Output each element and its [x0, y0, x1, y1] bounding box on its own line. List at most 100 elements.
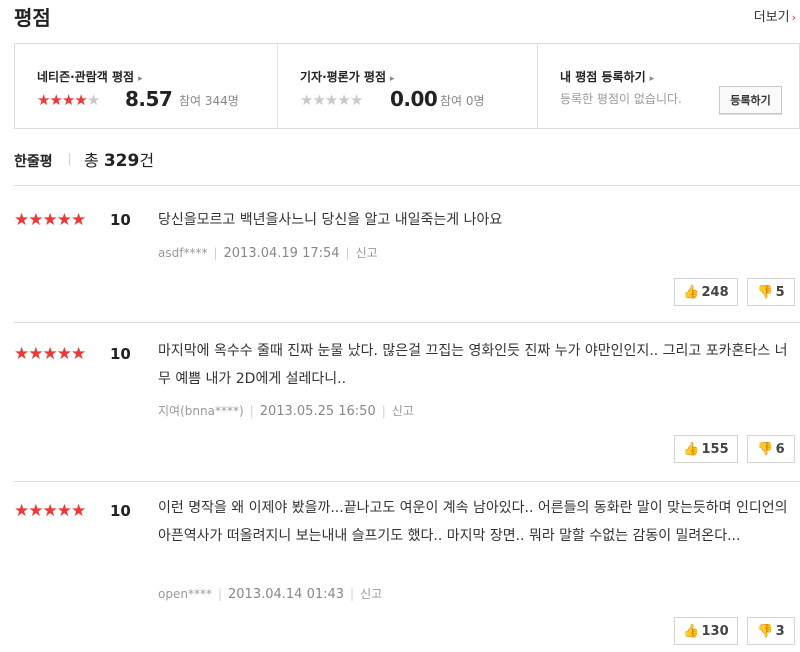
triangle-right-icon: ▸ — [390, 74, 395, 84]
review-item: ★★★★★ 10 당신을모르고 백년을사느니 당신을 알고 내일죽는게 나아요 … — [14, 210, 800, 310]
review-text: 마지막에 옥수수 줄때 진짜 눈물 났다. 많은걸 끄집는 영화인듯 진짜 누가… — [158, 343, 788, 387]
critic-participant-count: 참여 0명 — [440, 94, 485, 108]
star-empty-icon: ★ — [324, 91, 338, 109]
star-filled-icon: ★ — [56, 344, 72, 364]
like-button[interactable]: 👍 248 — [674, 278, 738, 306]
dislike-button[interactable]: 👎 5 — [747, 278, 795, 306]
review-score: 10 — [110, 345, 131, 363]
netizen-rating-link[interactable]: 네티즌·관람객 평점 ▸ — [37, 68, 143, 85]
star-filled-icon: ★ — [71, 210, 86, 230]
thumbs-up-icon: 👍 — [683, 623, 700, 639]
netizen-rating-panel: 네티즌·관람객 평점 ▸ ★★★★★ 8.57 참여 344명 — [15, 44, 277, 128]
triangle-right-icon: ▸ — [138, 74, 143, 84]
divider: | — [217, 587, 222, 601]
star-empty-icon: ★ — [349, 91, 363, 109]
star-filled-icon: ★ — [71, 501, 86, 521]
star-empty-icon: ★ — [312, 91, 325, 109]
star-filled-icon: ★ — [49, 91, 62, 109]
section-title: 평점 — [14, 6, 51, 30]
divider — [69, 153, 70, 166]
star-filled-icon: ★ — [28, 501, 43, 521]
register-rating-button[interactable]: 등록하기 — [719, 86, 782, 114]
star-filled-icon: ★ — [71, 344, 86, 364]
critic-rating-panel: 기자·평론가 평점 ▸ ★★★★★ 0.00 참여 0명 — [277, 44, 537, 128]
star-filled-icon: ★ — [42, 501, 58, 521]
triangle-right-icon: ▸ — [649, 74, 655, 84]
dislike-button[interactable]: 👎 6 — [747, 435, 795, 463]
dislike-count: 6 — [775, 441, 785, 457]
total-count: 329 — [103, 151, 140, 171]
thumbs-down-icon: 👎 — [757, 623, 774, 639]
divider: | — [213, 246, 218, 260]
review-item: ★★★★★ 10 마지막에 옥수수 줄때 진짜 눈물 났다. 많은걸 끄집는 영… — [14, 343, 800, 474]
review-date: 2013.04.14 01:43 — [228, 587, 345, 602]
like-count: 248 — [701, 284, 729, 300]
star-filled-icon: ★ — [61, 91, 75, 109]
more-link-label: 더보기 — [753, 10, 790, 25]
my-rating-panel: 내 평점 등록하기 ▸ 등록한 평점이 없습니다. 등록하기 — [537, 44, 800, 128]
review-score: 10 — [110, 502, 131, 520]
rating-summary: 네티즌·관람객 평점 ▸ ★★★★★ 8.57 참여 344명 기자·평론가 평점… — [14, 43, 800, 129]
comments-total: 총 329건 — [84, 147, 154, 171]
divider: | — [249, 404, 254, 418]
more-link[interactable]: 더보기 › — [754, 6, 796, 25]
star-filled-icon: ★ — [74, 91, 87, 109]
star-filled-icon: ★ — [42, 210, 58, 230]
like-count: 130 — [701, 623, 729, 639]
review-star-rating: ★★★★★ — [14, 210, 86, 230]
star-filled-icon: ★ — [42, 344, 58, 364]
star-filled-icon: ★ — [28, 210, 43, 230]
review-text: 당신을모르고 백년을사느니 당신을 알고 내일죽는게 나아요 — [158, 212, 503, 228]
comments-title: 한줄평 — [14, 154, 53, 170]
review-score: 10 — [110, 211, 131, 229]
dislike-count: 3 — [775, 623, 785, 639]
star-filled-icon: ★ — [14, 501, 29, 521]
comments-header: 한줄평 총 329건 — [14, 146, 800, 174]
netizen-score: 8.57 — [125, 87, 173, 111]
thumbs-down-icon: 👎 — [757, 284, 774, 300]
star-empty-icon: ★ — [86, 91, 100, 109]
review-meta: open**** | 2013.04.14 01:43 | 신고 — [158, 585, 382, 602]
dislike-count: 5 — [775, 284, 785, 300]
divider — [14, 481, 800, 482]
star-empty-icon: ★ — [300, 91, 313, 109]
thumbs-up-icon: 👍 — [683, 441, 700, 457]
my-rating-link[interactable]: 내 평점 등록하기 ▸ — [560, 68, 654, 85]
star-filled-icon: ★ — [14, 344, 29, 364]
netizen-participant-count: 참여 344명 — [179, 94, 239, 108]
review-user: open**** — [158, 587, 212, 601]
review-date: 2013.04.19 17:54 — [223, 246, 340, 261]
thumbs-up-icon: 👍 — [683, 284, 700, 300]
review-text: 이런 명작을 왜 이제야 봤을까...끝나고도 여운이 계속 남아있다.. 어른… — [158, 500, 788, 544]
review-star-rating: ★★★★★ — [14, 344, 86, 364]
divider — [14, 322, 800, 323]
review-star-rating: ★★★★★ — [14, 501, 86, 521]
like-button[interactable]: 👍 130 — [674, 617, 738, 645]
divider: | — [381, 404, 386, 418]
divider: | — [345, 246, 350, 260]
critic-score: 0.00 — [390, 87, 438, 111]
review-meta: 지여(bnna****) | 2013.05.25 16:50 | 신고 — [158, 402, 414, 419]
like-count: 155 — [701, 441, 729, 457]
like-button[interactable]: 👍 155 — [674, 435, 738, 463]
report-link[interactable]: 신고 — [360, 587, 382, 601]
report-link[interactable]: 신고 — [356, 246, 378, 260]
critic-rating-title: 기자·평론가 평점 — [300, 70, 387, 84]
divider — [14, 185, 800, 186]
star-empty-icon: ★ — [337, 91, 350, 109]
total-prefix: 총 — [84, 151, 104, 170]
review-meta: asdf**** | 2013.04.19 17:54 | 신고 — [158, 244, 378, 261]
total-suffix: 건 — [139, 151, 155, 170]
my-rating-empty-message: 등록한 평점이 없습니다. — [560, 92, 682, 106]
thumbs-down-icon: 👎 — [757, 441, 774, 457]
star-filled-icon: ★ — [28, 344, 43, 364]
rating-header: 평점 더보기 › — [14, 0, 800, 32]
my-rating-title: 내 평점 등록하기 — [560, 70, 646, 84]
star-filled-icon: ★ — [56, 501, 72, 521]
critic-star-rating: ★★★★★ — [300, 91, 363, 109]
report-link[interactable]: 신고 — [392, 404, 414, 418]
star-filled-icon: ★ — [14, 210, 29, 230]
star-filled-icon: ★ — [56, 210, 72, 230]
critic-rating-link[interactable]: 기자·평론가 평점 ▸ — [300, 68, 395, 85]
dislike-button[interactable]: 👎 3 — [747, 617, 795, 645]
